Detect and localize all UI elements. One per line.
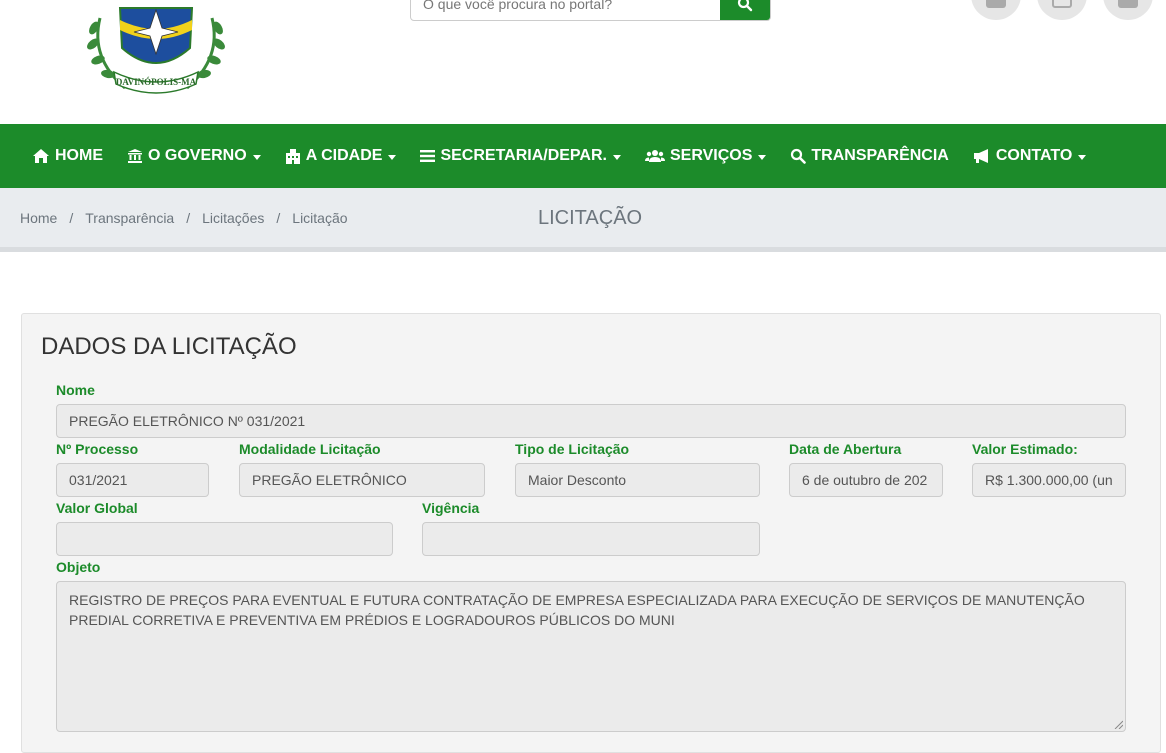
chevron-down-icon: [252, 154, 261, 160]
breadcrumb-separator: /: [186, 210, 191, 226]
modalidade-label: Modalidade Licitação: [239, 441, 381, 457]
breadcrumb-transparencia[interactable]: Transparência: [85, 210, 174, 226]
search-icon: [737, 0, 753, 11]
processo-field[interactable]: 031/2021: [56, 463, 209, 497]
abertura-field[interactable]: 6 de outubro de 202: [789, 463, 943, 497]
breadcrumb-bar: Home / Transparência / Licitações / Lici…: [0, 188, 1166, 252]
site-header: DAVINÓPOLIS-MA: [0, 0, 1166, 124]
bars-icon: [420, 150, 436, 162]
search-bar: [410, 0, 771, 21]
chevron-down-icon: [612, 154, 621, 160]
vigencia-field[interactable]: [422, 522, 760, 556]
nav-servicos[interactable]: SERVIÇOS: [644, 147, 767, 165]
youtube-icon[interactable]: [1103, 0, 1153, 20]
licitacao-panel: DADOS DA LICITAÇÃO Nome PREGÃO ELETRÔNIC…: [21, 313, 1161, 753]
abertura-label: Data de Abertura: [789, 441, 902, 457]
nav-cidade[interactable]: A CIDADE: [285, 147, 397, 165]
nav-contato-label: CONTATO: [995, 147, 1073, 164]
instagram-icon[interactable]: [1037, 0, 1087, 20]
nav-governo[interactable]: O GOVERNO: [127, 147, 261, 165]
nav-secretaria-label: SECRETARIA/DEPAR.: [440, 147, 607, 164]
nav-transparencia-label: TRANSPARÊNCIA: [811, 147, 949, 164]
chevron-down-icon: [1078, 154, 1087, 160]
city-logo[interactable]: DAVINÓPOLIS-MA: [80, 0, 232, 106]
resize-grip-icon[interactable]: [1113, 719, 1123, 729]
search-button[interactable]: [720, 0, 770, 20]
valor-estimado-field[interactable]: R$ 1.300.000,00 (un: [972, 463, 1126, 497]
nome-field[interactable]: PREGÃO ELETRÔNICO Nº 031/2021: [56, 404, 1126, 438]
nav-cidade-label: A CIDADE: [305, 147, 383, 164]
objeto-textarea[interactable]: REGISTRO DE PREÇOS PARA EVENTUAL E FUTUR…: [56, 581, 1126, 732]
valor-global-label: Valor Global: [56, 500, 138, 516]
nav-home-label: HOME: [55, 147, 103, 164]
vigencia-label: Vigência: [422, 500, 480, 516]
nav-servicos-label: SERVIÇOS: [669, 147, 753, 164]
modalidade-field[interactable]: PREGÃO ELETRÔNICO: [239, 463, 485, 497]
main-nav: HOME O GOVERNO A CIDADE SECRETARIA/DEPAR…: [0, 124, 1166, 188]
breadcrumb-home[interactable]: Home: [20, 210, 57, 226]
breadcrumb-licitacoes[interactable]: Licitações: [202, 210, 264, 226]
panel-title: DADOS DA LICITAÇÃO: [41, 333, 297, 360]
logo-text: DAVINÓPOLIS-MA: [116, 77, 197, 87]
bullhorn-icon: [973, 149, 988, 163]
nav-governo-label: O GOVERNO: [148, 147, 247, 164]
nav-transparencia[interactable]: TRANSPARÊNCIA: [790, 147, 949, 165]
users-icon: [644, 150, 665, 162]
search-icon: [791, 148, 807, 164]
breadcrumb-separator: /: [69, 210, 74, 226]
tipo-field[interactable]: Maior Desconto: [515, 463, 760, 497]
objeto-label: Objeto: [56, 559, 101, 575]
breadcrumb-separator: /: [276, 210, 281, 226]
nav-contato[interactable]: CONTATO: [973, 147, 1087, 165]
facebook-icon[interactable]: [971, 0, 1021, 20]
nav-secretaria[interactable]: SECRETARIA/DEPAR.: [420, 147, 621, 165]
tipo-label: Tipo de Licitação: [515, 441, 630, 457]
breadcrumb: Home / Transparência / Licitações / Lici…: [20, 210, 348, 226]
valor-global-field[interactable]: [56, 522, 393, 556]
valor-estimado-label: Valor Estimado:: [972, 441, 1078, 457]
breadcrumb-current: Licitação: [292, 210, 348, 226]
processo-label: Nº Processo: [56, 441, 139, 457]
page-title: LICITAÇÃO: [538, 207, 643, 229]
chevron-down-icon: [388, 154, 397, 160]
institution-icon: [128, 149, 142, 163]
nome-label: Nome: [56, 382, 95, 398]
objeto-text: REGISTRO DE PREÇOS PARA EVENTUAL E FUTUR…: [69, 592, 1085, 628]
building-icon: [285, 149, 300, 164]
nav-home[interactable]: HOME: [32, 147, 103, 165]
search-input[interactable]: [411, 0, 720, 20]
chevron-down-icon: [758, 154, 767, 160]
home-icon: [33, 149, 49, 163]
